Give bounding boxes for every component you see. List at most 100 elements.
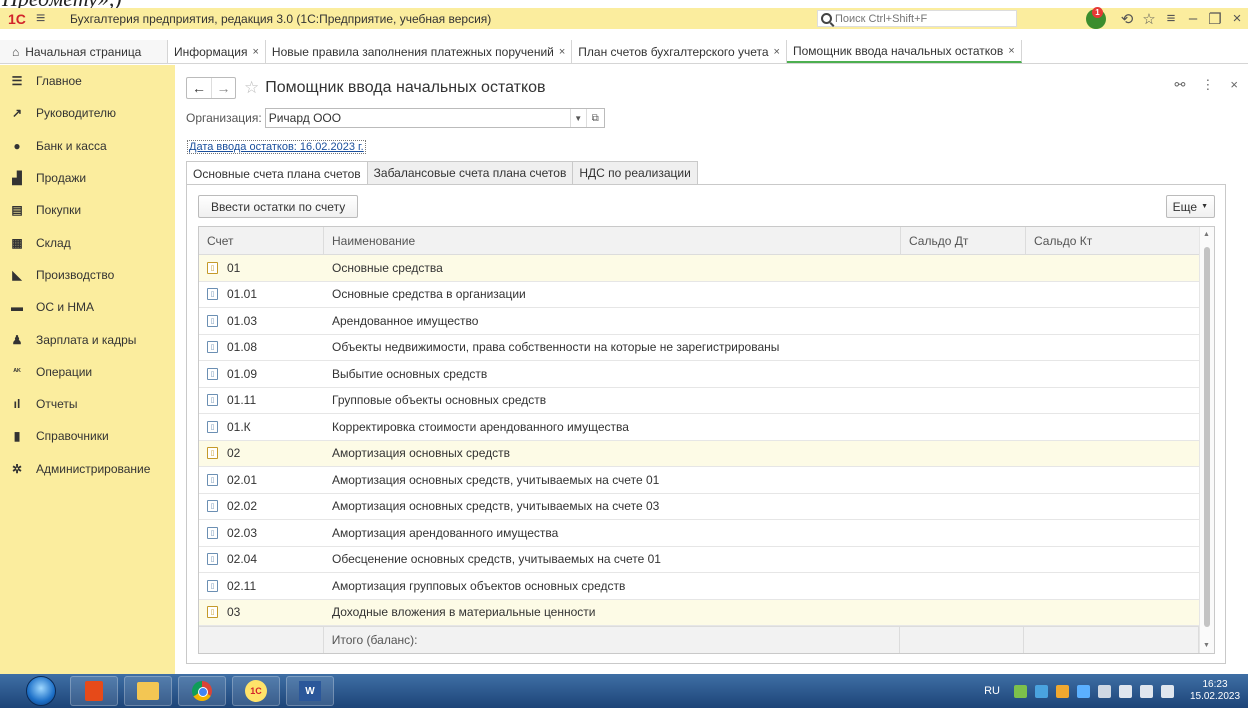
column-header[interactable]: Наименование [324, 227, 901, 254]
credit-balance [1026, 441, 1201, 467]
tab-off-balance-accounts[interactable]: Забалансовые счета плана счетов [366, 161, 574, 184]
column-header[interactable]: Счет [199, 227, 324, 254]
scroll-down-icon[interactable]: ▼ [1203, 642, 1210, 649]
tab-opening-balances[interactable]: Помощник ввода начальных остатков × [786, 40, 1022, 63]
link-icon[interactable]: ⚯ [1175, 77, 1186, 93]
taskbar-explorer[interactable] [124, 676, 172, 706]
more-actions-icon[interactable]: ⋮ [1201, 77, 1214, 93]
start-button[interactable] [26, 676, 56, 706]
table-row[interactable]: ▯ 01 Основные средства [199, 255, 1214, 282]
close-form-icon[interactable]: × [1230, 77, 1238, 93]
sidebar-item-label: Зарплата и кадры [36, 332, 137, 347]
tab-chart-of-accounts[interactable]: План счетов бухгалтерского учета × [572, 40, 787, 63]
table-row[interactable]: ▯ 02 Амортизация основных средств [199, 440, 1214, 467]
account-icon: ▯ [207, 526, 218, 539]
table-row[interactable]: ▯ 01.01 Основные средства в организации [199, 282, 1214, 308]
sidebar-item-purchases[interactable]: ▤ Покупки [0, 194, 175, 226]
sidebar-item-admin[interactable]: ✲ Администрирование [0, 453, 175, 485]
restore-icon[interactable]: ❐ [1204, 10, 1226, 28]
tab-vat-sales[interactable]: НДС по реализации [572, 161, 698, 184]
sidebar-item-bank[interactable]: ● Банк и касса [0, 130, 175, 162]
close-tab-icon[interactable]: × [252, 46, 258, 58]
favorites-icon[interactable]: ☆ [1138, 10, 1160, 28]
trend-icon: ↗ [11, 106, 23, 121]
table-row[interactable]: ▯ 03 Доходные вложения в материальные ценн… [199, 599, 1214, 626]
table-row[interactable]: ▯ 02.01 Амортизация основных средств, учит… [199, 467, 1214, 494]
settings-menu-icon[interactable]: ≡ [1160, 10, 1182, 27]
minimize-icon[interactable]: – [1182, 10, 1204, 27]
sections-sidebar: ☰ Главное ↗ Руководителю ● Банк и касса ▟ Пр… [0, 65, 175, 674]
table-row[interactable]: ▯ 01.К Корректировка стоимости арендованно… [199, 414, 1214, 441]
chevron-down-icon[interactable]: ▼ [569, 109, 586, 127]
tray-icon[interactable] [1014, 684, 1027, 698]
notifications-icon[interactable]: 1 [1086, 6, 1106, 29]
taskbar-word[interactable]: W [286, 676, 334, 706]
sidebar-item-sales[interactable]: ▟ Продажи [0, 162, 175, 194]
tab-main-accounts[interactable]: Основные счета плана счетов [186, 161, 368, 185]
sidebar-item-operations[interactable]: ᴬᴷ Операции [0, 356, 175, 388]
sidebar-item-production[interactable]: ◣ Производство [0, 259, 175, 291]
tray-icon[interactable] [1077, 684, 1090, 698]
account-code: 01.11 [227, 393, 257, 408]
close-tab-icon[interactable]: × [774, 46, 780, 58]
sidebar-item-reports[interactable]: ıl Отчеты [0, 388, 175, 420]
tray-icon[interactable] [1035, 684, 1048, 698]
clock[interactable]: 16:23 15.02.2023 [1188, 679, 1242, 703]
table-row[interactable]: ▯ 02.04 Обесценение основных средств, учит… [199, 547, 1214, 573]
org-field[interactable]: Ричард ООО ▼ ⧉ [264, 108, 605, 128]
table-row[interactable]: ▯ 01.11 Групповые объекты основных средств [199, 388, 1214, 414]
sidebar-item-manager[interactable]: ↗ Руководителю [0, 97, 175, 129]
account-name: Объекты недвижимости, права собственност… [332, 340, 780, 355]
volume-icon[interactable] [1140, 684, 1153, 698]
person-icon: ♟ [11, 332, 23, 347]
column-header[interactable]: Сальдо Дт [901, 227, 1026, 254]
sidebar-item-warehouse[interactable]: ▦ Склад [0, 226, 175, 258]
column-header[interactable]: Сальдо Кт [1026, 227, 1201, 254]
table-row[interactable]: ▯ 01.03 Арендованное имущество [199, 308, 1214, 335]
scroll-up-icon[interactable]: ▲ [1203, 231, 1210, 238]
tray-icon[interactable] [1056, 684, 1069, 698]
back-button[interactable]: ← [187, 78, 211, 98]
scroll-thumb[interactable] [1204, 247, 1210, 627]
tab-panel: Ввести остатки по счету Еще ▼ Счет Наимен… [186, 184, 1226, 664]
table-row[interactable]: ▯ 01.09 Выбытие основных средств [199, 361, 1214, 388]
forward-button[interactable]: → [211, 78, 235, 98]
global-search[interactable] [817, 10, 1017, 27]
close-tab-icon[interactable]: × [1008, 45, 1014, 57]
credit-balance [1026, 467, 1201, 493]
sidebar-item-label: Продажи [36, 171, 87, 186]
sidebar-item-main[interactable]: ☰ Главное [0, 65, 175, 97]
tab-home-label: Начальная страница [25, 44, 142, 59]
more-button[interactable]: Еще ▼ [1165, 195, 1215, 218]
gear-icon: ✲ [11, 461, 23, 476]
table-row[interactable]: ▯ 02.02 Амортизация основных средств, учит… [199, 494, 1214, 520]
sidebar-item-payroll[interactable]: ♟ Зарплата и кадры [0, 323, 175, 355]
account-code: 01.09 [227, 366, 258, 381]
taskbar-office[interactable] [70, 676, 118, 706]
balance-date-link[interactable]: Дата ввода остатков: 16.02.2023 г. [187, 140, 366, 154]
enter-balance-button[interactable]: Ввести остатки по счету [198, 195, 359, 218]
tab-info[interactable]: Информация × [168, 40, 266, 63]
table-row[interactable]: ▯ 02.11 Амортизация групповых объектов осн… [199, 573, 1214, 600]
flag-icon[interactable] [1161, 684, 1174, 698]
language-indicator[interactable]: RU [984, 685, 1000, 697]
open-object-icon[interactable]: ⧉ [585, 109, 604, 127]
taskbar-1c[interactable]: 1С [232, 676, 280, 706]
favorite-star-icon[interactable]: ☆ [244, 78, 259, 98]
close-tab-icon[interactable]: × [559, 46, 565, 58]
tab-payment-rules[interactable]: Новые правила заполнения платежных поруч… [266, 40, 573, 63]
network-icon[interactable] [1098, 684, 1111, 698]
display-icon[interactable] [1119, 684, 1132, 698]
table-row[interactable]: ▯ 02.03 Амортизация арендованного имуществ… [199, 520, 1214, 547]
close-icon[interactable]: × [1226, 10, 1248, 27]
account-code: 02 [227, 446, 241, 461]
sidebar-item-catalogs[interactable]: ▮ Справочники [0, 420, 175, 452]
taskbar-chrome[interactable] [178, 676, 226, 706]
table-row[interactable]: ▯ 01.08 Объекты недвижимости, права собств… [199, 335, 1214, 361]
tab-home[interactable]: ⌂ Начальная страница [0, 40, 168, 63]
main-menu-icon[interactable]: ≡ [36, 10, 58, 27]
history-icon[interactable]: ⟲ [1116, 10, 1138, 28]
table-scrollbar[interactable]: ▲ ▼ [1199, 227, 1214, 653]
search-input[interactable] [835, 12, 1005, 25]
sidebar-item-assets[interactable]: ▬ ОС и НМА [0, 291, 175, 323]
